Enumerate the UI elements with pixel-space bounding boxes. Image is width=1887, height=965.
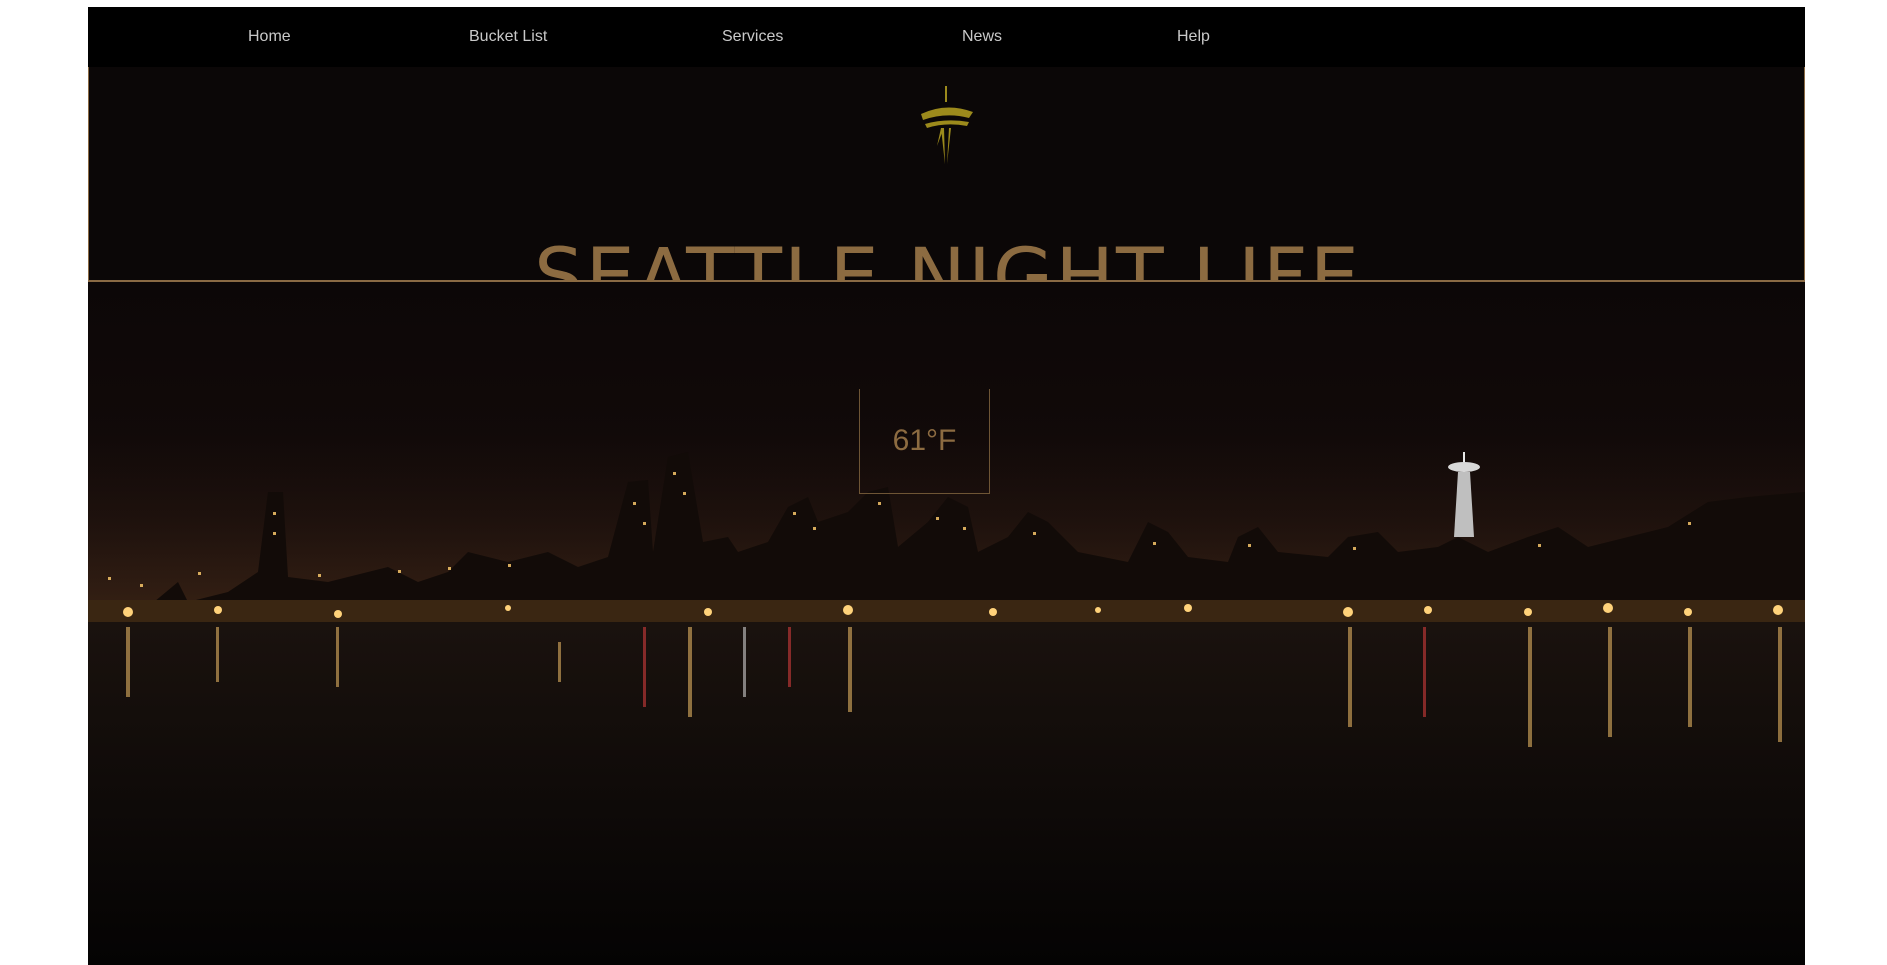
temperature-value: 61°F [892,424,957,457]
main-nav: Home Bucket List Services News Help [88,7,1805,67]
nav-item-bucket-list[interactable]: Bucket List [469,28,547,46]
hero-banner: 61°F [88,282,1805,965]
weather-widget: 61°F [859,389,990,494]
site-wrapper: Home Bucket List Services News Help SEAT… [88,7,1805,965]
seattle-skyline-image [88,432,1805,965]
nav-item-help[interactable]: Help [1177,28,1210,46]
nav-item-services[interactable]: Services [722,28,783,46]
nav-item-home[interactable]: Home [248,28,291,46]
site-header: SEATTLE NIGHT LIFE [88,67,1805,317]
space-needle-icon[interactable] [911,84,981,164]
nav-item-news[interactable]: News [962,28,1002,46]
